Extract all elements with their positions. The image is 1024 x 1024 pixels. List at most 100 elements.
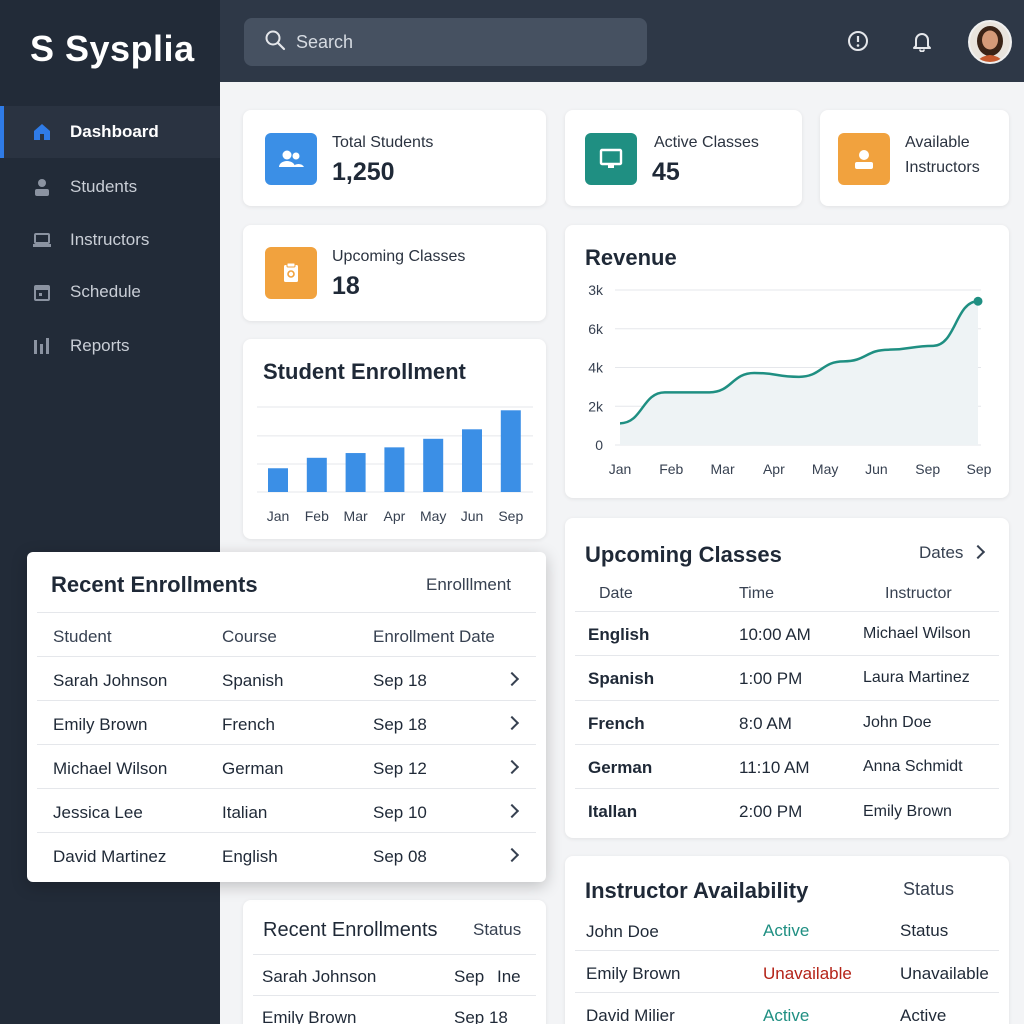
- stat-label: Available: [905, 134, 970, 151]
- student-name: David Martinez: [53, 847, 167, 866]
- table-row[interactable]: David Martinez English Sep 08: [37, 832, 536, 876]
- sidebar-item-label: Instructors: [70, 230, 150, 249]
- x-tick-label: Feb: [659, 461, 683, 477]
- person-icon: [838, 133, 890, 185]
- avatar[interactable]: [968, 20, 1012, 64]
- instructor-name: David Milier: [586, 1006, 675, 1024]
- revenue-chart: 3k 6k 4k 2k 0 Jan Feb Mar Apr May Jun Sep Sep: [588, 282, 992, 477]
- sidebar-item-label: Dashboard: [70, 122, 159, 141]
- table-row[interactable]: Spanish 1:00 PM Laura Martinez: [575, 655, 999, 700]
- stat-value: 18: [332, 272, 360, 300]
- table-row[interactable]: English 10:00 AM Michael Wilson: [575, 611, 999, 655]
- y-tick-label: 2k: [588, 398, 604, 414]
- instructor-cell: Michael Wilson: [863, 625, 971, 642]
- student-name: Emily Brown: [53, 715, 148, 734]
- status-badge: Unavailable: [763, 964, 852, 983]
- date-cell: Sep 18: [373, 671, 427, 690]
- sidebar-item-dashboard[interactable]: Dashboard: [0, 106, 220, 158]
- table-row[interactable]: Jessica Lee Italian Sep 10: [37, 788, 536, 832]
- course-cell: German: [588, 758, 653, 777]
- bar: [423, 438, 444, 492]
- sidebar-item-students[interactable]: Students: [0, 161, 220, 213]
- status-badge: Active: [763, 921, 810, 940]
- bar: [462, 429, 482, 492]
- card-title: Instructor Availability: [585, 878, 809, 903]
- table-row[interactable]: Sarah Johnson Spanish Sep 18: [37, 656, 536, 700]
- clipboard-icon: [265, 247, 317, 299]
- table-row[interactable]: Sarah Johnson Sep Ine: [253, 954, 536, 994]
- table-row[interactable]: Michael Wilson German Sep 12: [37, 744, 536, 788]
- y-tick-label: 0: [595, 437, 603, 453]
- stat-label: Instructors: [905, 159, 980, 176]
- area-fill: [620, 301, 978, 445]
- table-row[interactable]: John Doe Active Status: [575, 906, 999, 950]
- instructor-cell: Laura Martinez: [863, 669, 970, 686]
- x-tick-label: Jun: [461, 508, 484, 524]
- date-cell: Sep 18: [454, 1008, 508, 1024]
- course-cell: French: [588, 714, 645, 733]
- course-cell: Spanish: [588, 669, 655, 688]
- chevron-right-icon[interactable]: [504, 715, 520, 731]
- x-tick-label: Jan: [267, 508, 290, 524]
- info-icon[interactable]: [845, 28, 871, 54]
- x-tick-label: Sep: [967, 461, 992, 477]
- x-tick-label: Sep: [498, 508, 523, 524]
- table-row[interactable]: Itallan 2:00 PM Emily Brown: [575, 788, 999, 832]
- top-bar: Search: [220, 0, 1024, 82]
- table-header: Student Course Enrollment Date: [37, 612, 536, 656]
- stat-card-total-students: Total Students 1,250: [243, 110, 546, 206]
- y-tick-label: 3k: [588, 282, 604, 298]
- bell-icon[interactable]: [909, 28, 935, 54]
- table-row[interactable]: Emily Brown Unavailable Unavailable: [575, 950, 999, 992]
- bar: [384, 447, 405, 492]
- sidebar-item-reports[interactable]: Reports: [0, 320, 220, 372]
- chevron-right-icon[interactable]: [970, 544, 986, 560]
- bar-chart-icon: [32, 336, 52, 356]
- status-header: Status: [473, 920, 522, 939]
- instructor-cell: Anna Schmidt: [863, 758, 963, 775]
- date-cell: Sep 18: [373, 715, 427, 734]
- course-cell: English: [588, 625, 650, 644]
- search-placeholder: Search: [296, 31, 354, 52]
- instructor-name: Emily Brown: [586, 964, 681, 983]
- card-title: Upcoming Classes: [585, 542, 782, 567]
- chevron-right-icon[interactable]: [504, 671, 520, 687]
- student-name: Sarah Johnson: [262, 967, 377, 986]
- sidebar-item-schedule[interactable]: Schedule: [0, 266, 220, 318]
- time-cell: 8:0 AM: [739, 714, 792, 733]
- status-header: Status: [903, 879, 955, 899]
- chevron-right-icon[interactable]: [504, 759, 520, 775]
- y-tick-label: 6k: [588, 321, 604, 337]
- x-tick-label: Apr: [384, 508, 406, 524]
- table-row[interactable]: Emily Brown Sep 18: [253, 995, 536, 1024]
- x-tick-label: Apr: [763, 461, 785, 477]
- x-tick-label: Mar: [344, 508, 368, 524]
- table-row[interactable]: David Milier Active Active: [575, 992, 999, 1024]
- revenue-card: Revenue 3k 6k 4k 2k 0 Jan Feb Mar Apr May Jun Sep Se…: [565, 225, 1009, 498]
- sidebar-item-label: Students: [70, 177, 138, 196]
- sidebar-item-instructors[interactable]: Instructors: [0, 214, 220, 266]
- bar: [268, 468, 288, 492]
- time-cell: 1:00 PM: [739, 669, 803, 688]
- status-text: Unavailable: [900, 964, 989, 983]
- dates-link[interactable]: Dates: [919, 543, 963, 563]
- upcoming-classes-card: Upcoming Classes Dates Date Time Instruc…: [565, 518, 1009, 838]
- status-cell: Ine: [497, 967, 521, 986]
- student-name: Emily Brown: [262, 1008, 357, 1024]
- table-row[interactable]: French 8:0 AM John Doe: [575, 700, 999, 744]
- sidebar-item-label: Reports: [70, 336, 130, 355]
- chevron-right-icon[interactable]: [504, 803, 520, 819]
- enrollment-link[interactable]: Enrolllment: [426, 575, 511, 595]
- search-icon: [264, 29, 286, 56]
- search-input[interactable]: Search: [244, 18, 647, 66]
- instructor-cell: John Doe: [863, 714, 932, 731]
- student-name: Jessica Lee: [53, 803, 143, 822]
- table-row[interactable]: German 11:10 AM Anna Schmidt: [575, 744, 999, 788]
- chevron-right-icon[interactable]: [504, 847, 520, 863]
- column-header: Time: [739, 585, 774, 602]
- course-cell: German: [222, 759, 284, 778]
- calendar-icon: [32, 282, 52, 302]
- table-row[interactable]: Emily Brown French Sep 18: [37, 700, 536, 744]
- bar: [306, 457, 327, 492]
- x-tick-label: Sep: [915, 461, 940, 477]
